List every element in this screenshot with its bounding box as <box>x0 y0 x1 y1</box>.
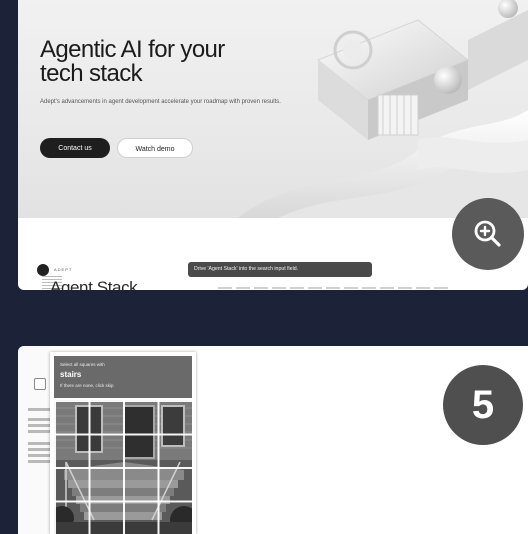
zoom-in-icon <box>474 220 501 247</box>
brand-logo-icon <box>37 264 49 276</box>
doc-text-line <box>28 418 50 421</box>
brand-label: ADEPT <box>54 267 73 272</box>
hero-section: Agentic AI for your tech stack Adept's a… <box>18 0 528 218</box>
captcha-grid-overlay <box>54 400 192 534</box>
doc-text-line <box>28 424 50 427</box>
contact-us-button[interactable]: Contact us <box>40 138 110 158</box>
zoom-button[interactable] <box>452 198 524 270</box>
captcha-image-grid[interactable] <box>54 400 192 534</box>
captcha-hint: If there are none, click skip <box>60 383 114 388</box>
captcha-target: stairs <box>60 370 82 379</box>
doc-text-line <box>28 448 50 451</box>
hero-3d-illustration <box>238 0 528 218</box>
product-title: Agent Stack <box>50 278 138 290</box>
captcha-header: Select all squares with stairs If there … <box>54 356 192 398</box>
document-background <box>18 346 50 534</box>
captcha-checkbox[interactable] <box>34 378 46 390</box>
faint-text-line <box>218 287 448 289</box>
hero-subtitle: Adept's advancements in agent developmen… <box>40 99 281 105</box>
watch-demo-button[interactable]: Watch demo <box>117 138 193 158</box>
step-number-badge: 5 <box>443 365 523 445</box>
action-tooltip: Drive 'Agent Stack' into the search inpu… <box>188 262 372 277</box>
screenshot-gallery: Agentic AI for your tech stack Adept's a… <box>0 0 528 534</box>
captcha-challenge[interactable]: Select all squares with stairs If there … <box>50 352 196 534</box>
doc-text-line <box>28 442 50 445</box>
doc-text-line <box>28 454 50 457</box>
doc-text-line <box>28 408 50 411</box>
captcha-instruction: Select all squares with <box>60 362 105 367</box>
doc-text-line <box>28 460 50 463</box>
doc-text-line <box>28 430 50 433</box>
screenshot-card-bottom[interactable]: Select all squares with stairs If there … <box>18 346 528 534</box>
screenshot-card-top[interactable]: Agentic AI for your tech stack Adept's a… <box>18 0 528 290</box>
hero-title: Agentic AI for your tech stack <box>40 36 225 87</box>
